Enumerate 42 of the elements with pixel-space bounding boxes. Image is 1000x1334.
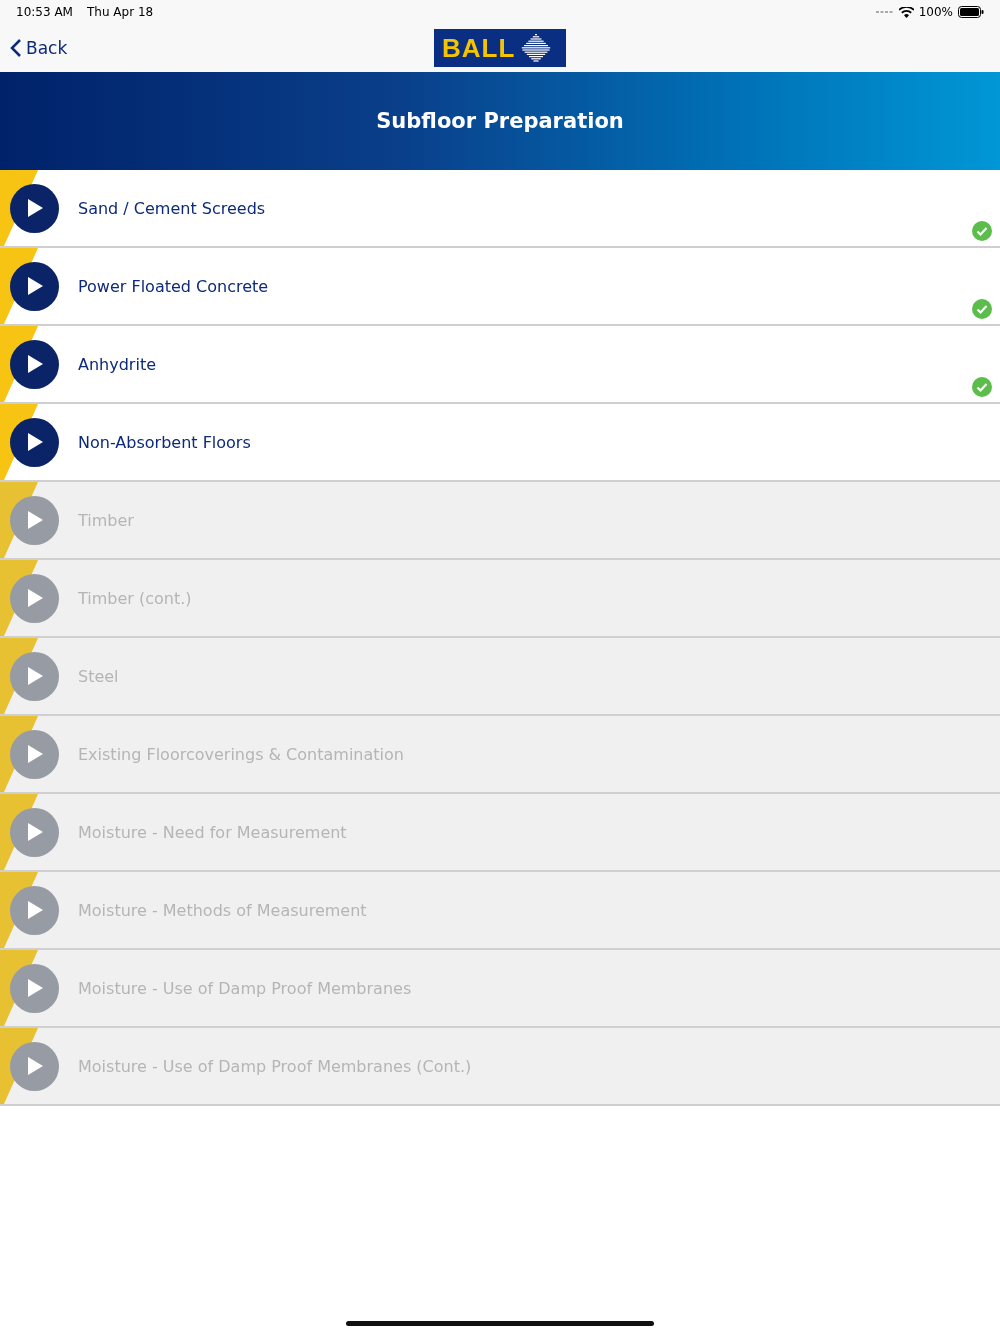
play-button[interactable] — [10, 261, 59, 311]
lesson-row[interactable]: Non-Absorbent Floors — [0, 404, 1000, 482]
play-icon — [26, 823, 43, 841]
play-button[interactable] — [10, 417, 59, 467]
play-icon — [26, 667, 43, 685]
lesson-row[interactable]: Power Floated Concrete — [0, 248, 1000, 326]
play-icon — [26, 433, 43, 451]
lesson-label: Moisture - Use of Damp Proof Membranes (Cont.) — [78, 1056, 472, 1076]
status-time: 10:53 AM — [16, 5, 73, 19]
lesson-label: Sand / Cement Screeds — [78, 198, 266, 218]
play-icon — [26, 355, 43, 373]
play-button[interactable] — [10, 183, 59, 233]
lesson-label: Timber (cont.) — [78, 588, 192, 608]
play-icon — [26, 745, 43, 763]
back-button[interactable]: Back — [10, 38, 68, 58]
play-icon — [26, 199, 43, 217]
chevron-left-icon — [10, 38, 22, 58]
lesson-label: Power Floated Concrete — [78, 276, 269, 296]
lesson-label: Non-Absorbent Floors — [78, 432, 251, 452]
status-date: Thu Apr 18 — [86, 5, 154, 19]
play-icon — [26, 589, 43, 607]
battery-percent: 100% — [918, 5, 953, 19]
lesson-label: Moisture - Need for Measurement — [78, 822, 347, 842]
play-icon — [26, 511, 43, 529]
play-icon — [26, 979, 43, 997]
lesson-label: Anhydrite — [78, 354, 156, 374]
play-icon — [26, 277, 43, 295]
lesson-row[interactable]: Sand / Cement Screeds — [0, 170, 1000, 248]
signal-icon — [875, 10, 894, 14]
lesson-label: Moisture - Methods of Measurement — [78, 900, 367, 920]
page-title: Subfloor Preparation — [376, 109, 624, 133]
play-icon — [26, 1057, 43, 1075]
play-button[interactable] — [10, 339, 59, 389]
brand-logo: BALL — [434, 29, 566, 67]
lesson-label: Existing Floorcoverings & Contamination — [78, 744, 404, 764]
wifi-icon — [898, 6, 914, 18]
play-icon — [26, 901, 43, 919]
lesson-label: Moisture - Use of Damp Proof Membranes — [78, 978, 412, 998]
lesson-row[interactable]: Anhydrite — [0, 326, 1000, 404]
lesson-label: Timber — [78, 510, 134, 530]
battery-icon — [958, 6, 984, 18]
lesson-label: Steel — [78, 666, 119, 686]
